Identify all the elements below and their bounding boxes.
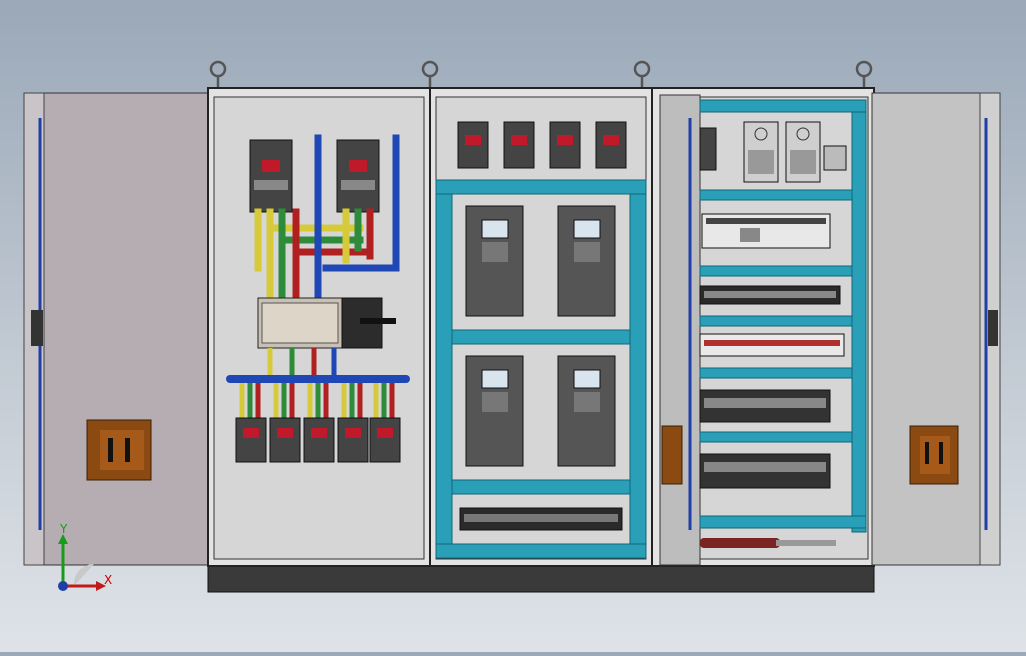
axis-triad-icon (58, 534, 106, 591)
x-axis-label: X (104, 573, 113, 587)
drive-breaker (549, 121, 581, 169)
terminal-strip (699, 333, 845, 357)
cad-viewport[interactable]: Y X (0, 0, 1026, 652)
distribution-busbar (226, 375, 410, 383)
lifting-eye (209, 60, 227, 88)
door-handle (86, 419, 152, 481)
vfd-drive (465, 205, 524, 317)
y-axis-label: Y (60, 522, 68, 536)
terminal-strip (459, 507, 623, 531)
main-breaker (336, 139, 380, 213)
drive-breaker (503, 121, 535, 169)
branch-breaker (303, 417, 335, 463)
branch-breaker (337, 417, 369, 463)
lifting-eye (633, 60, 651, 88)
door-handle (661, 425, 683, 485)
drive-breaker (595, 121, 627, 169)
drive-breaker (457, 121, 489, 169)
door-latch (988, 310, 998, 346)
right-door (871, 92, 1001, 566)
left-door (23, 92, 211, 566)
relay-block (823, 145, 847, 171)
transfer-switch (257, 297, 396, 349)
cabinet-plinth (207, 564, 875, 593)
branch-breaker (369, 417, 401, 463)
main-breaker (249, 139, 293, 213)
cabinet-control (651, 87, 875, 567)
coordinate-triad: Y X (50, 522, 130, 598)
terminal-strip (699, 453, 831, 489)
electrical-cabinet-model (23, 60, 1001, 593)
terminal-strip (699, 285, 841, 305)
control-breaker (699, 127, 717, 171)
plc-module (701, 213, 831, 249)
vfd-drive (465, 355, 524, 467)
branch-breaker (269, 417, 301, 463)
lifting-eye (855, 60, 873, 88)
power-supply (743, 121, 779, 183)
door-handle (909, 425, 959, 485)
lifting-eye (421, 60, 439, 88)
power-supply (785, 121, 821, 183)
terminal-strip (699, 389, 831, 423)
cabinet-main-distribution (207, 87, 431, 567)
door-latch (31, 310, 43, 346)
vfd-drive (557, 205, 616, 317)
branch-breaker (235, 417, 267, 463)
cabinet-drives (429, 87, 653, 567)
vfd-drive (557, 355, 616, 467)
